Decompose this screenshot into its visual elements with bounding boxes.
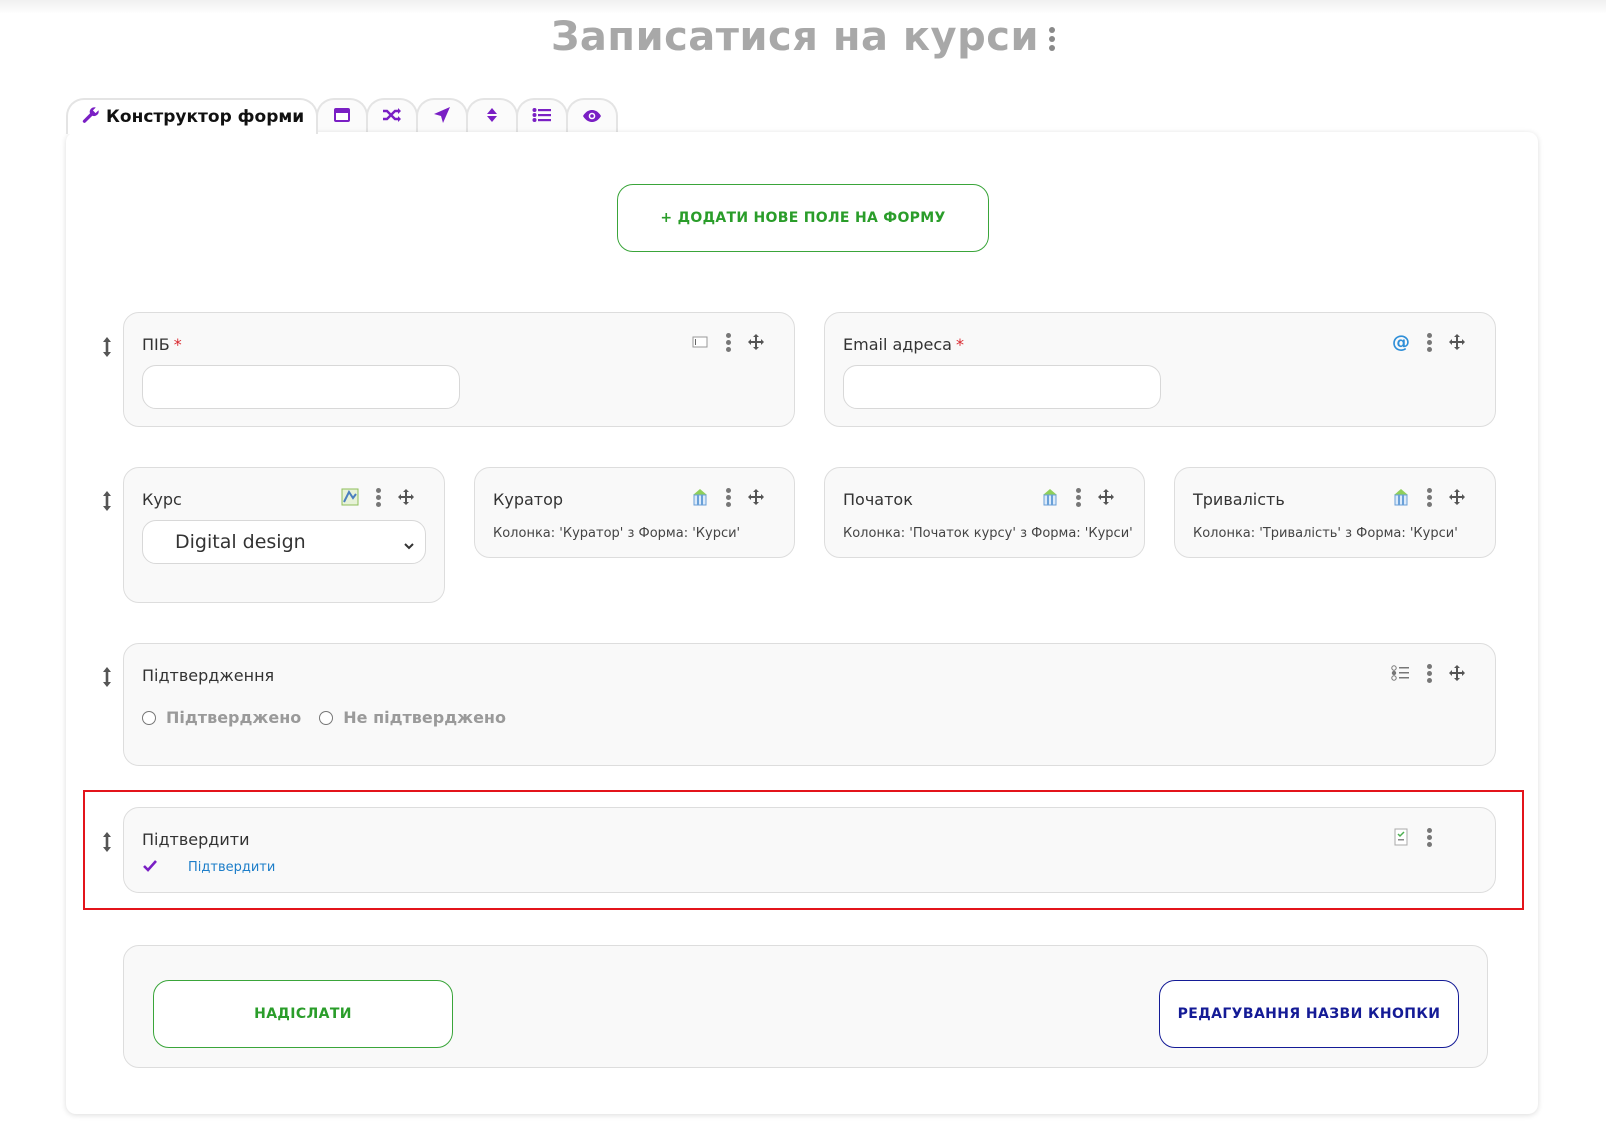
page-title-bar: Записатися на курси bbox=[0, 14, 1606, 60]
vertical-resize-icon bbox=[103, 832, 111, 852]
course-select-value: Digital design bbox=[175, 531, 306, 553]
field-tools bbox=[1387, 485, 1471, 509]
field-label: Підтвердити bbox=[142, 830, 250, 849]
kebab-menu-icon[interactable] bbox=[1415, 485, 1443, 509]
shuffle-icon bbox=[382, 107, 402, 127]
radio-list-type-icon bbox=[1387, 661, 1415, 685]
window-icon bbox=[333, 107, 351, 127]
required-mark: * bbox=[173, 335, 182, 354]
field-tools bbox=[1387, 661, 1471, 685]
row-drag-handle[interactable] bbox=[99, 664, 115, 690]
move-icon[interactable] bbox=[1443, 330, 1471, 354]
field-card-curator[interactable]: Куратор Колонка: 'Куратор' з Форма: 'Кур… bbox=[474, 467, 795, 558]
field-label: Email адреса * bbox=[843, 335, 964, 354]
kebab-vertical-icon[interactable] bbox=[1048, 24, 1055, 54]
kebab-menu-icon[interactable] bbox=[1415, 661, 1443, 685]
linked-column-icon bbox=[1387, 485, 1415, 509]
tab-shuffle[interactable] bbox=[366, 98, 419, 134]
vertical-resize-icon bbox=[103, 337, 111, 357]
field-tools bbox=[686, 330, 770, 354]
text-input-type-icon bbox=[686, 330, 714, 354]
kebab-menu-icon[interactable] bbox=[1415, 825, 1443, 849]
field-label: Курс bbox=[142, 490, 182, 509]
field-card-confirmation[interactable]: Підтвердження Підтверджено Не підтвердже… bbox=[123, 643, 1496, 766]
required-mark: * bbox=[955, 335, 964, 354]
tab-sort[interactable] bbox=[466, 98, 519, 134]
checkbox-row[interactable]: Підтвердити bbox=[142, 858, 275, 877]
column-source-info: Колонка: 'Куратор' з Форма: 'Курси' bbox=[493, 526, 741, 541]
linked-column-icon bbox=[686, 485, 714, 509]
checkmark-icon bbox=[142, 858, 158, 877]
move-icon[interactable] bbox=[742, 485, 770, 509]
move-icon[interactable] bbox=[742, 330, 770, 354]
move-icon[interactable] bbox=[392, 485, 420, 509]
checkbox-label: Підтвердити bbox=[188, 860, 276, 875]
lookup-table-icon bbox=[336, 485, 364, 509]
field-label: Тривалість bbox=[1193, 490, 1285, 509]
vertical-resize-icon bbox=[103, 491, 111, 511]
radio-label: Не підтверджено bbox=[343, 708, 506, 727]
row-drag-handle[interactable] bbox=[99, 334, 115, 360]
field-label: Початок bbox=[843, 490, 913, 509]
row-drag-handle[interactable] bbox=[99, 829, 115, 855]
wrench-icon bbox=[82, 106, 100, 128]
radio-confirmed[interactable] bbox=[142, 710, 156, 725]
field-card-confirm-check[interactable]: Підтвердити Підтвердити bbox=[123, 807, 1496, 893]
top-shadow bbox=[0, 0, 1606, 14]
move-icon[interactable] bbox=[1092, 485, 1120, 509]
kebab-menu-icon[interactable] bbox=[1064, 485, 1092, 509]
sort-icon bbox=[486, 107, 498, 127]
eye-icon bbox=[582, 108, 602, 127]
course-select[interactable]: Digital design bbox=[142, 520, 426, 564]
move-icon[interactable] bbox=[1443, 485, 1471, 509]
email-input[interactable] bbox=[843, 365, 1161, 409]
field-card-pib[interactable]: ПІБ * bbox=[123, 312, 795, 427]
list-icon bbox=[532, 107, 552, 127]
field-tools bbox=[336, 485, 420, 509]
tab-preview[interactable] bbox=[566, 98, 619, 134]
page-title: Записатися на курси bbox=[551, 14, 1039, 60]
kebab-menu-icon[interactable] bbox=[714, 330, 742, 354]
rename-button[interactable]: РЕДАГУВАННЯ НАЗВИ КНОПКИ bbox=[1159, 980, 1459, 1048]
field-label: ПІБ * bbox=[142, 335, 182, 354]
field-tools bbox=[1387, 825, 1443, 849]
tab-form-builder[interactable]: Конструктор форми bbox=[66, 98, 319, 134]
tab-list[interactable] bbox=[516, 98, 569, 134]
tab-bar: Конструктор форми bbox=[66, 98, 619, 134]
svg-text:@: @ bbox=[1392, 332, 1410, 352]
kebab-menu-icon[interactable] bbox=[364, 485, 392, 509]
field-card-start[interactable]: Початок Колонка: 'Початок курсу' з Форма… bbox=[824, 467, 1145, 558]
location-arrow-icon bbox=[433, 106, 451, 128]
field-label: Підтвердження bbox=[142, 666, 275, 685]
column-source-info: Колонка: 'Тривалість' з Форма: 'Курси' bbox=[1193, 526, 1458, 541]
field-tools: @ bbox=[1387, 330, 1471, 354]
radio-not-confirmed[interactable] bbox=[319, 710, 334, 725]
field-card-duration[interactable]: Тривалість Колонка: 'Тривалість' з Форма… bbox=[1174, 467, 1496, 558]
move-icon[interactable] bbox=[1443, 661, 1471, 685]
kebab-menu-icon[interactable] bbox=[1415, 330, 1443, 354]
submit-button[interactable]: НАДІСЛАТИ bbox=[153, 980, 453, 1048]
field-tools bbox=[686, 485, 770, 509]
field-tools bbox=[1036, 485, 1120, 509]
chevron-down-icon bbox=[403, 535, 415, 557]
field-card-course[interactable]: Курс Digital design bbox=[123, 467, 445, 603]
row-drag-handle[interactable] bbox=[99, 488, 115, 514]
pib-input[interactable] bbox=[142, 365, 460, 409]
linked-column-icon bbox=[1036, 485, 1064, 509]
add-field-button[interactable]: + ДОДАТИ НОВЕ ПОЛЕ НА ФОРМУ bbox=[617, 184, 989, 252]
email-type-icon: @ bbox=[1387, 330, 1415, 354]
tab-form-builder-label: Конструктор форми bbox=[106, 107, 305, 127]
column-source-info: Колонка: 'Початок курсу' з Форма: 'Курси… bbox=[843, 526, 1133, 541]
tab-location[interactable] bbox=[416, 98, 469, 134]
vertical-resize-icon bbox=[103, 667, 111, 687]
field-card-email[interactable]: Email адреса * @ bbox=[824, 312, 1496, 427]
radio-label: Підтверджено bbox=[166, 708, 302, 727]
checkbox-type-icon bbox=[1387, 825, 1415, 849]
radio-group: Підтверджено Не підтверджено bbox=[142, 708, 524, 727]
kebab-menu-icon[interactable] bbox=[714, 485, 742, 509]
tab-window[interactable] bbox=[316, 98, 369, 134]
field-label: Куратор bbox=[493, 490, 564, 509]
